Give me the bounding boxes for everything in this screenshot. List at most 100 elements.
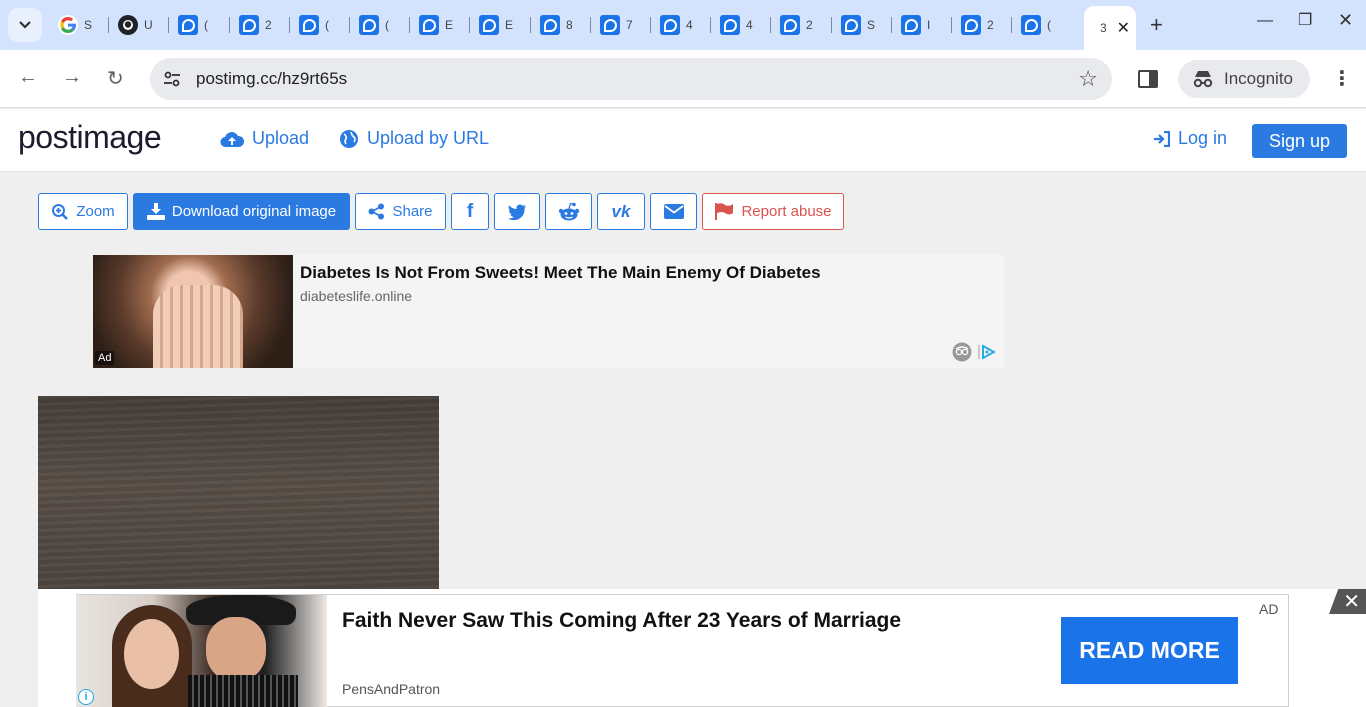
active-tab[interactable]: 3 ✕ — [1084, 6, 1136, 50]
tab-separator — [108, 17, 109, 33]
email-share-button[interactable] — [650, 193, 697, 230]
upload-label: Upload — [252, 128, 310, 148]
back-icon[interactable]: ← — [18, 66, 38, 89]
ad-headline[interactable]: Diabetes Is Not From Sweets! Meet The Ma… — [300, 263, 821, 283]
address-bar[interactable]: postimg.cc/hz9rt65s ☆ — [150, 58, 1112, 100]
ad-photo[interactable] — [76, 595, 327, 707]
browser-tab[interactable]: 2 — [955, 10, 1001, 40]
share-button[interactable]: Share — [355, 193, 446, 230]
report-abuse-button[interactable]: Report abuse — [702, 193, 844, 230]
native-ad-banner[interactable]: Ad Diabetes Is Not From Sweets! Meet The… — [93, 255, 1004, 368]
adchoices-icon — [978, 344, 996, 360]
forward-icon[interactable]: → — [62, 66, 82, 89]
browser-tab[interactable]: S — [52, 10, 98, 40]
sticky-bottom-ad[interactable]: i Faith Never Saw This Coming After 23 Y… — [38, 589, 1366, 707]
ad-headline[interactable]: Faith Never Saw This Coming After 23 Yea… — [342, 609, 901, 633]
url-text[interactable]: postimg.cc/hz9rt65s — [196, 69, 347, 89]
tab-separator — [349, 17, 350, 33]
tab-search-button[interactable] — [8, 8, 42, 42]
reload-icon[interactable]: ↻ — [107, 66, 124, 91]
tab-strip: S U (2 ((E E 8 7 4 4 2 S I 2 ( 3 ✕ + — ❐ ✕ — [0, 0, 1366, 50]
browser-toolbar: ← → ↻ postimg.cc/hz9rt65s ☆ Incognito ⋮ — [0, 50, 1366, 108]
browser-tab[interactable]: ( — [1015, 10, 1061, 40]
tab-title: S — [84, 18, 93, 32]
zoom-button[interactable]: Zoom — [38, 193, 128, 230]
close-window-icon[interactable]: ✕ — [1338, 10, 1353, 31]
browser-tab[interactable]: ( — [293, 10, 339, 40]
report-abuse-label: Report abuse — [741, 203, 832, 220]
browser-tab[interactable]: ( — [353, 10, 399, 40]
tab-separator — [289, 17, 290, 33]
browser-tab[interactable]: 4 — [654, 10, 700, 40]
github-icon — [118, 15, 138, 35]
twitter-share-button[interactable] — [494, 193, 540, 230]
bookmark-star-icon[interactable]: ☆ — [1078, 66, 1098, 92]
minimize-icon[interactable]: — — [1257, 12, 1273, 30]
info-icon[interactable]: i — [78, 689, 94, 705]
browser-tab[interactable]: ( — [172, 10, 218, 40]
ad-photo-striped-shirt — [188, 675, 298, 707]
signup-button[interactable]: Sign up — [1252, 124, 1347, 158]
tab-separator — [409, 17, 410, 33]
ad-tag: Ad — [95, 351, 115, 365]
google-icon — [58, 15, 78, 35]
browser-menu-icon[interactable]: ⋮ — [1332, 66, 1352, 91]
browser-tab[interactable]: E — [413, 10, 459, 40]
ad-privacy-icon — [952, 342, 972, 362]
tab-title: 4 — [686, 18, 693, 32]
download-label: Download original image — [171, 203, 337, 220]
envelope-icon — [663, 204, 684, 219]
ad-photo-person-face — [124, 619, 179, 689]
browser-tab[interactable]: E — [473, 10, 519, 40]
postimage-icon — [239, 15, 259, 35]
browser-tab[interactable]: I — [895, 10, 941, 40]
browser-tab[interactable]: 2 — [233, 10, 279, 40]
browser-tab[interactable]: 8 — [534, 10, 580, 40]
incognito-indicator[interactable]: Incognito — [1178, 60, 1310, 98]
upload-by-url-label: Upload by URL — [367, 128, 490, 148]
postimage-icon — [901, 15, 921, 35]
ad-domain[interactable]: diabeteslife.online — [300, 288, 412, 304]
postimage-icon — [600, 15, 620, 35]
ad-image[interactable]: Ad — [93, 255, 293, 368]
tab-title: ( — [1047, 18, 1051, 32]
share-label: Share — [392, 203, 433, 220]
tab-separator — [229, 17, 230, 33]
read-more-button[interactable]: READ MORE — [1061, 617, 1238, 684]
tab-separator — [710, 17, 711, 33]
incognito-label: Incognito — [1224, 69, 1293, 88]
restore-icon[interactable]: ❐ — [1298, 10, 1312, 30]
facebook-share-button[interactable]: f — [451, 193, 489, 230]
tab-title: 2 — [806, 18, 813, 32]
browser-tab[interactable]: S — [835, 10, 881, 40]
side-panel-icon[interactable] — [1138, 70, 1158, 88]
browser-tab[interactable]: U — [112, 10, 158, 40]
upload-link[interactable]: Upload — [220, 128, 309, 149]
reddit-share-button[interactable] — [545, 193, 592, 230]
login-link[interactable]: Log in — [1153, 128, 1227, 149]
ad-choices[interactable] — [952, 342, 996, 362]
postimage-icon — [178, 15, 198, 35]
tab-separator — [831, 17, 832, 33]
browser-tab[interactable]: 4 — [714, 10, 760, 40]
new-tab-button[interactable]: + — [1150, 12, 1163, 38]
postimage-icon — [961, 15, 981, 35]
tab-separator — [530, 17, 531, 33]
tab-title: 3 — [1100, 21, 1107, 35]
tab-separator — [590, 17, 591, 33]
postimage-icon — [1021, 15, 1041, 35]
site-info-icon[interactable] — [162, 69, 182, 89]
tab-title: 8 — [566, 18, 573, 32]
close-tab-icon[interactable]: ✕ — [1117, 18, 1130, 38]
upload-by-url-link[interactable]: Upload by URL — [339, 128, 489, 149]
ad-source[interactable]: PensAndPatron — [342, 681, 440, 697]
vk-share-button[interactable]: vk — [597, 193, 645, 230]
browser-tab[interactable]: 2 — [774, 10, 820, 40]
fungus-stalks — [153, 285, 243, 368]
postimage-icon — [419, 15, 439, 35]
browser-tab[interactable]: 7 — [594, 10, 640, 40]
postimage-logo[interactable]: postimage — [18, 119, 162, 156]
download-original-button[interactable]: Download original image — [133, 193, 350, 230]
zoom-in-icon — [52, 203, 69, 220]
uploaded-image[interactable] — [38, 396, 439, 596]
